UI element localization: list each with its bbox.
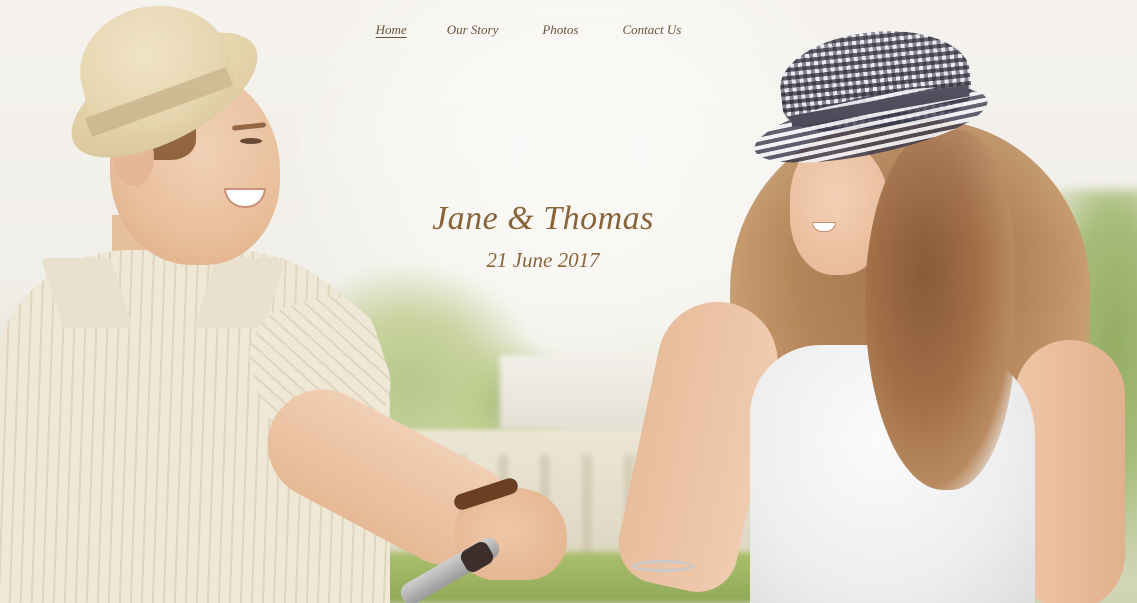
nav-our-story[interactable]: Our Story <box>427 20 519 42</box>
main-nav: Home Our Story Photos Contact Us <box>0 20 1137 42</box>
nav-home[interactable]: Home <box>356 20 427 42</box>
nav-photos[interactable]: Photos <box>522 20 598 42</box>
couple-names: Jane & Thomas <box>432 200 654 237</box>
wedding-date: 21 June 2017 <box>486 248 600 272</box>
nav-contact-us[interactable]: Contact Us <box>602 20 701 42</box>
hero-title-block: Jane & Thomas 21 June 2017 <box>0 198 1086 274</box>
hero-section: Home Our Story Photos Contact Us Jane & … <box>0 0 1137 603</box>
light-overlay <box>0 0 1137 603</box>
